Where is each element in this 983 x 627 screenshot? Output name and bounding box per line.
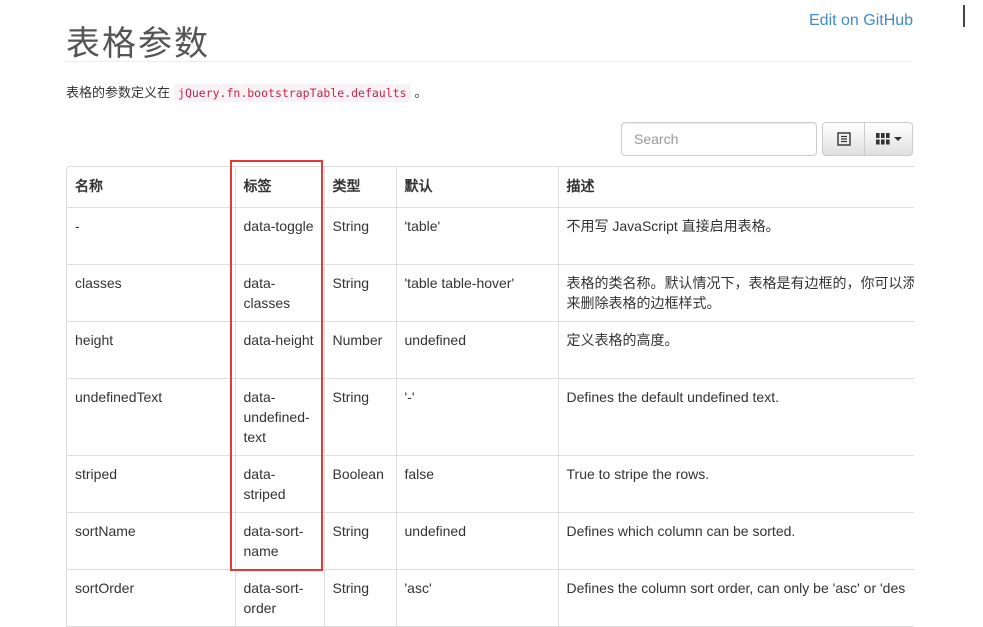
table-row: - data-toggle String 'table' 不用写 JavaScr…: [67, 207, 914, 265]
cell-type: String: [324, 264, 397, 322]
cell-default: false: [396, 455, 559, 513]
cell-name: -: [67, 207, 236, 265]
cell-description: True to stripe the rows.: [558, 455, 914, 513]
description-line: 表格的类名称。默认情况下，表格是有边框的，你可以添: [566, 275, 915, 291]
intro-before: 表格的参数定义在: [66, 85, 171, 100]
columns-dropdown-button[interactable]: [865, 122, 913, 156]
cell-tag: data-undefined-text: [235, 378, 325, 456]
cell-description: 定义表格的高度。: [558, 321, 914, 379]
cell-type: Boolean: [324, 455, 397, 513]
options-table-container: 名称 标签 类型 默认 描述 - data-toggle String 'tab…: [66, 166, 914, 627]
cell-tag: data-sort-order: [235, 569, 325, 627]
toggle-view-button[interactable]: [822, 122, 865, 156]
header-name: 名称: [67, 167, 236, 208]
cell-default: '-': [396, 378, 559, 456]
toolbar-button-group: [822, 122, 913, 156]
cell-type: String: [324, 207, 397, 265]
table-row: sortName data-sort-name String undefined…: [67, 512, 914, 570]
header-type: 类型: [324, 167, 397, 208]
cell-description: Defines which column can be sorted.: [558, 512, 914, 570]
chevron-down-icon: [893, 137, 902, 141]
table-row: sortOrder data-sort-order String 'asc' D…: [67, 569, 914, 627]
table-header-row: 名称 标签 类型 默认 描述: [67, 167, 914, 208]
cell-description: Defines the column sort order, can only …: [558, 569, 914, 627]
header-default: 默认: [396, 167, 559, 208]
cell-name: classes: [67, 264, 236, 322]
cell-tag: data-toggle: [235, 207, 325, 265]
description-line: Defines the default undefined text.: [566, 389, 779, 405]
cell-description: 表格的类名称。默认情况下，表格是有边框的，你可以添 来删除表格的边框样式。: [558, 264, 915, 322]
cell-default: 'table': [396, 207, 559, 265]
edit-on-github-link[interactable]: Edit on GitHub: [809, 12, 913, 30]
description-line: 来删除表格的边框样式。: [566, 295, 721, 311]
cell-tag: data-classes: [235, 264, 325, 322]
cell-type: Number: [324, 321, 397, 379]
description-line: True to stripe the rows.: [566, 466, 710, 482]
cell-type: String: [324, 512, 397, 570]
cell-description: 不用写 JavaScript 直接启用表格。: [558, 207, 914, 265]
options-table: 名称 标签 类型 默认 描述 - data-toggle String 'tab…: [67, 167, 914, 627]
cell-name: height: [67, 321, 236, 379]
table-row: striped data-striped Boolean false True …: [67, 455, 914, 513]
intro-after: 。: [414, 85, 428, 100]
description-line: Defines the column sort order, can only …: [566, 580, 906, 596]
cell-default: undefined: [396, 512, 559, 570]
cell-default: 'table table-hover': [396, 264, 559, 322]
cell-default: undefined: [396, 321, 559, 379]
cell-tag: data-height: [235, 321, 325, 379]
header-tag: 标签: [235, 167, 325, 208]
defaults-code: jQuery.fn.bootstrapTable.defaults: [174, 84, 411, 102]
description-line: 不用写 JavaScript 直接启用表格。: [566, 218, 780, 234]
page-title: 表格参数: [66, 23, 210, 64]
table-row: height data-height Number undefined 定义表格…: [67, 321, 914, 379]
cell-name: undefinedText: [67, 378, 236, 456]
search-input[interactable]: [621, 122, 817, 156]
title-divider: [66, 61, 913, 62]
description-line: Defines which column can be sorted.: [566, 523, 796, 539]
description-line: 定义表格的高度。: [566, 332, 679, 348]
header-description: 描述: [558, 167, 914, 208]
cell-tag: data-striped: [235, 455, 325, 513]
cell-name: sortName: [67, 512, 236, 570]
cell-default: 'asc': [396, 569, 559, 627]
cell-type: String: [324, 378, 397, 456]
table-row: undefinedText data-undefined-text String…: [67, 378, 914, 456]
cell-name: striped: [67, 455, 236, 513]
cell-description: Defines the default undefined text.: [558, 378, 914, 456]
table-row: classes data-classes String 'table table…: [67, 264, 915, 322]
cell-name: sortOrder: [67, 569, 236, 627]
grid-icon: [875, 133, 890, 145]
cell-tag: data-sort-name: [235, 512, 325, 570]
list-icon: [836, 132, 851, 146]
cell-type: String: [324, 569, 397, 627]
text-cursor: [963, 5, 965, 27]
intro-text: 表格的参数定义在 jQuery.fn.bootstrapTable.default…: [66, 84, 428, 102]
